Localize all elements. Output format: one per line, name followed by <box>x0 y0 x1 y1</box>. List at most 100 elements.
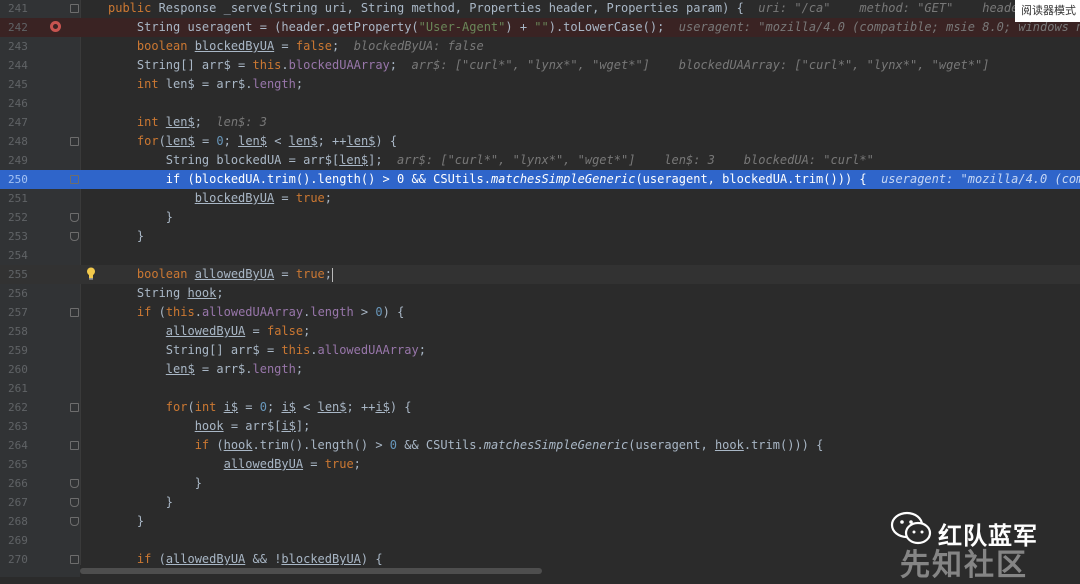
fold-icon[interactable] <box>70 175 79 184</box>
code-line[interactable]: 260 len$ = arr$.length; <box>0 360 1080 379</box>
fold-icon[interactable] <box>70 232 79 241</box>
code-text[interactable]: for(len$ = 0; len$ < len$; ++len$) { <box>108 132 397 151</box>
fold-icon[interactable] <box>70 308 79 317</box>
code-line[interactable]: 241 public Response _serve(String uri, St… <box>0 0 1080 18</box>
code-text[interactable]: } <box>108 512 144 531</box>
line-number[interactable]: 257 <box>8 303 32 322</box>
code-text[interactable]: allowedByUA = true; <box>108 455 361 474</box>
code-text[interactable]: allowedByUA = false; <box>108 322 311 341</box>
line-number[interactable]: 256 <box>8 284 32 303</box>
code-text[interactable]: String blockedUA = arr$[len$]; arr$: ["c… <box>108 151 874 170</box>
breakpoint-icon[interactable] <box>50 21 61 32</box>
code-text[interactable]: for(int i$ = 0; i$ < len$; ++i$) { <box>108 398 412 417</box>
line-number[interactable]: 249 <box>8 151 32 170</box>
code-text[interactable]: int len$ = arr$.length; <box>108 75 303 94</box>
line-number[interactable]: 242 <box>8 18 32 37</box>
code-line[interactable]: 253 } <box>0 227 1080 246</box>
code-text[interactable]: len$ = arr$.length; <box>108 360 303 379</box>
line-number[interactable]: 255 <box>8 265 32 284</box>
code-text[interactable]: boolean blockedByUA = false; blockedByUA… <box>108 37 484 56</box>
code-text[interactable]: } <box>108 208 173 227</box>
line-number[interactable]: 267 <box>8 493 32 512</box>
code-line[interactable]: 258 allowedByUA = false; <box>0 322 1080 341</box>
fold-icon[interactable] <box>70 555 79 564</box>
code-text[interactable]: String useragent = (header.getProperty("… <box>108 18 1080 37</box>
line-number[interactable]: 244 <box>8 56 32 75</box>
fold-icon[interactable] <box>70 498 79 507</box>
code-text[interactable]: public Response _serve(String uri, Strin… <box>108 0 1062 18</box>
line-number[interactable]: 260 <box>8 360 32 379</box>
code-text[interactable]: } <box>108 227 144 246</box>
code-line[interactable]: 250 if (blockedUA.trim().length() > 0 &&… <box>0 170 1080 189</box>
line-number[interactable]: 253 <box>8 227 32 246</box>
code-text[interactable]: int len$; len$: 3 <box>108 113 267 132</box>
code-line[interactable]: 243 boolean blockedByUA = false; blocked… <box>0 37 1080 56</box>
code-text[interactable]: if (this.allowedUAArray.length > 0) { <box>108 303 404 322</box>
code-text[interactable]: } <box>108 493 173 512</box>
line-number[interactable]: 243 <box>8 37 32 56</box>
line-number[interactable]: 269 <box>8 531 32 550</box>
code-line[interactable]: 269 <box>0 531 1080 550</box>
line-number[interactable]: 270 <box>8 550 32 569</box>
fold-icon[interactable] <box>70 479 79 488</box>
horizontal-scrollbar[interactable] <box>80 565 1080 577</box>
code-text[interactable]: String[] arr$ = this.blockedUAArray; arr… <box>108 56 990 75</box>
line-number[interactable]: 263 <box>8 417 32 436</box>
line-number[interactable]: 259 <box>8 341 32 360</box>
line-number[interactable]: 248 <box>8 132 32 151</box>
line-number[interactable]: 250 <box>8 170 32 189</box>
line-number[interactable]: 261 <box>8 379 32 398</box>
code-line[interactable]: 261 <box>0 379 1080 398</box>
line-number[interactable]: 262 <box>8 398 32 417</box>
fold-icon[interactable] <box>70 517 79 526</box>
code-line[interactable]: 266 } <box>0 474 1080 493</box>
line-number[interactable]: 266 <box>8 474 32 493</box>
code-line[interactable]: 267 } <box>0 493 1080 512</box>
code-line[interactable]: 256 String hook; <box>0 284 1080 303</box>
code-line[interactable]: 244 String[] arr$ = this.blockedUAArray;… <box>0 56 1080 75</box>
line-number[interactable]: 247 <box>8 113 32 132</box>
code-text[interactable]: } <box>108 474 202 493</box>
code-line[interactable]: 242 String useragent = (header.getProper… <box>0 18 1080 37</box>
code-text[interactable]: String hook; <box>108 284 224 303</box>
code-line[interactable]: 264 if (hook.trim().length() > 0 && CSUt… <box>0 436 1080 455</box>
code-line[interactable]: 254 <box>0 246 1080 265</box>
code-line[interactable]: 265 allowedByUA = true; <box>0 455 1080 474</box>
code-line[interactable]: 259 String[] arr$ = this.allowedUAArray; <box>0 341 1080 360</box>
code-line[interactable]: 251 blockedByUA = true; <box>0 189 1080 208</box>
code-text[interactable]: blockedByUA = true; <box>108 189 332 208</box>
scrollbar-thumb[interactable] <box>80 568 542 574</box>
line-number[interactable]: 241 <box>8 0 32 18</box>
code-line[interactable]: 248 for(len$ = 0; len$ < len$; ++len$) { <box>0 132 1080 151</box>
reader-mode-button[interactable]: 阅读器模式 <box>1015 0 1080 22</box>
code-text[interactable]: boolean allowedByUA = true; <box>108 265 334 284</box>
code-editor[interactable]: 241 public Response _serve(String uri, St… <box>0 0 1080 577</box>
fold-icon[interactable] <box>70 213 79 222</box>
fold-icon[interactable] <box>70 441 79 450</box>
lightbulb-icon[interactable] <box>86 267 96 280</box>
code-text[interactable]: hook = arr$[i$]; <box>108 417 311 436</box>
code-line[interactable]: 252 } <box>0 208 1080 227</box>
fold-icon[interactable] <box>70 137 79 146</box>
line-number[interactable]: 254 <box>8 246 32 265</box>
line-number[interactable]: 265 <box>8 455 32 474</box>
code-line[interactable]: 249 String blockedUA = arr$[len$]; arr$:… <box>0 151 1080 170</box>
code-line[interactable]: 257 if (this.allowedUAArray.length > 0) … <box>0 303 1080 322</box>
line-number[interactable]: 268 <box>8 512 32 531</box>
line-number[interactable]: 246 <box>8 94 32 113</box>
code-line[interactable]: 262 for(int i$ = 0; i$ < len$; ++i$) { <box>0 398 1080 417</box>
fold-icon[interactable] <box>70 4 79 13</box>
code-line[interactable]: 268 } <box>0 512 1080 531</box>
code-text[interactable]: if (blockedUA.trim().length() > 0 && CSU… <box>108 170 1080 189</box>
line-number[interactable]: 252 <box>8 208 32 227</box>
code-line[interactable]: 255 boolean allowedByUA = true; <box>0 265 1080 284</box>
code-text[interactable]: if (hook.trim().length() > 0 && CSUtils.… <box>108 436 824 455</box>
line-number[interactable]: 251 <box>8 189 32 208</box>
code-line[interactable]: 247 int len$; len$: 3 <box>0 113 1080 132</box>
code-text[interactable]: String[] arr$ = this.allowedUAArray; <box>108 341 426 360</box>
line-number[interactable]: 245 <box>8 75 32 94</box>
code-line[interactable]: 245 int len$ = arr$.length; <box>0 75 1080 94</box>
fold-icon[interactable] <box>70 403 79 412</box>
line-number[interactable]: 264 <box>8 436 32 455</box>
code-line[interactable]: 263 hook = arr$[i$]; <box>0 417 1080 436</box>
